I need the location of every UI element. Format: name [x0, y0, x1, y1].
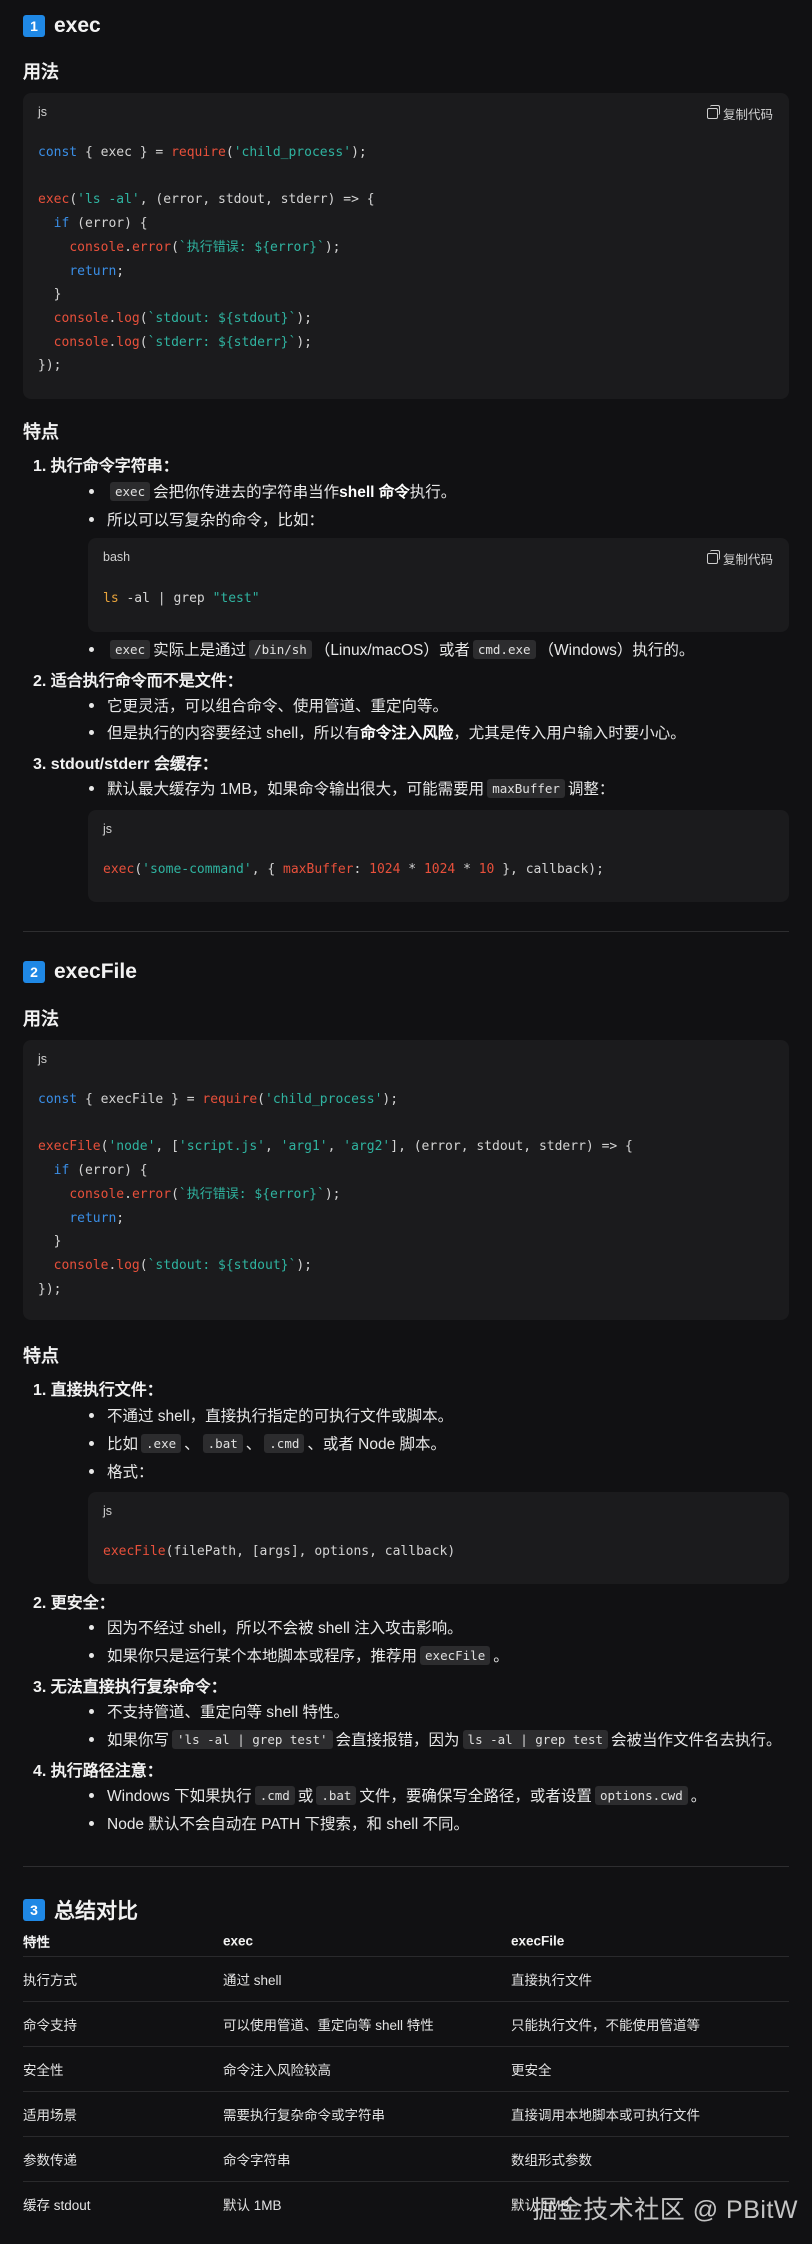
divider — [23, 1866, 789, 1867]
table-header-row: 特性 exec execFile — [23, 1926, 789, 1957]
feature-title: 1. 直接执行文件： — [33, 1382, 163, 1399]
table-cell: 适用场景 — [23, 2108, 77, 2123]
table-cell: 参数传递 — [23, 2153, 77, 2168]
table-cell: 默认 1MB — [223, 2198, 282, 2213]
section-heading-summary: 3 总结对比 — [23, 1895, 138, 1925]
list-item: 如果你写 'ls -al | grep test' 会直接报错，因为 ls -a… — [63, 1728, 782, 1750]
code-content: const { exec } = require('child_process'… — [38, 145, 375, 374]
list-item: Windows 下如果执行 .cmd 或 .bat 文件，要确保写全路径，或者设… — [63, 1784, 706, 1806]
divider — [23, 931, 789, 932]
features-heading: 特点 — [23, 422, 59, 442]
table-cell: 安全性 — [23, 2063, 64, 2078]
section-title: exec — [54, 14, 101, 37]
code-language: js — [38, 1052, 48, 1066]
table-cell: 执行方式 — [23, 1973, 77, 1988]
watermark: 掘金技术社区 @ PBitW — [532, 2196, 798, 2224]
table-cell: 直接调用本地脚本或可执行文件 — [511, 2108, 700, 2123]
code-content: const { execFile } = require('child_proc… — [38, 1092, 633, 1297]
number-badge: 1 — [23, 15, 45, 37]
table-cell: 命令字符串 — [223, 2153, 291, 2168]
feature-title: 4. 执行路径注意： — [33, 1763, 163, 1780]
code-language: js — [103, 822, 113, 836]
feature-title: 2. 适合执行命令而不是文件： — [33, 673, 243, 690]
usage-heading: 用法 — [23, 1009, 59, 1029]
list-item: 但是执行的内容要经过 shell，所以有 命令注入风险 ，尤其是传入用户输入时要小… — [63, 721, 686, 743]
code-language: bash — [103, 550, 131, 564]
table-cell: 需要执行复杂命令或字符串 — [223, 2108, 385, 2123]
table-cell: 直接执行文件 — [511, 1973, 592, 1988]
table-row: 参数传递 命令字符串 数组形式参数 — [23, 2137, 789, 2182]
table-cell: 缓存 stdout — [23, 2198, 91, 2213]
table-row: 适用场景 需要执行复杂命令或字符串 直接调用本地脚本或可执行文件 — [23, 2092, 789, 2137]
table-cell: 命令注入风险较高 — [223, 2063, 331, 2078]
number-badge: 2 — [23, 961, 45, 983]
table-cell: 可以使用管道、重定向等 shell 特性 — [223, 2018, 434, 2033]
section-heading-exec: 1 exec — [23, 14, 101, 38]
list-item: 如果你只是运行某个本地脚本或程序，推荐用 execFile。 — [63, 1644, 509, 1666]
features-heading: 特点 — [23, 1346, 59, 1366]
table-cell: 命令支持 — [23, 2018, 77, 2033]
code-content: exec('some-command', { maxBuffer: 1024 *… — [103, 862, 604, 877]
code-language: js — [38, 105, 48, 119]
copy-code-button[interactable]: 复制代码 — [706, 549, 773, 568]
code-block-bash: bash 复制代码 ls -al | grep "test" — [88, 538, 789, 632]
list-item: 默认最大缓存为 1MB，如果命令输出很大，可能需要用 maxBuffer 调整： — [63, 777, 614, 799]
code-block-execfile: js const { execFile } = require('child_p… — [23, 1040, 789, 1320]
code-block-execfile-signature: js execFile(filePath, [args], options, c… — [88, 1492, 789, 1584]
table-cell: 通过 shell — [223, 1973, 282, 1988]
list-item: 不支持管道、重定向等 shell 特性。 — [63, 1700, 349, 1722]
list-item: exec 会把你传进去的字符串当作 shell 命令 执行。 — [63, 480, 456, 502]
table-row: 安全性 命令注入风险较高 更安全 — [23, 2047, 789, 2092]
section-title: 总结对比 — [54, 1900, 138, 1923]
usage-heading: 用法 — [23, 62, 59, 82]
copy-icon — [706, 105, 720, 119]
table-row: 执行方式 通过 shell 直接执行文件 — [23, 1957, 789, 2002]
code-content: ls -al | grep "test" — [103, 591, 260, 606]
table-header-cell: exec — [223, 1933, 254, 1949]
list-item: 格式： — [63, 1460, 154, 1482]
feature-title: 3. 无法直接执行复杂命令： — [33, 1679, 227, 1696]
feature-title: 3. stdout/stderr 会缓存： — [33, 756, 218, 773]
section-title: execFile — [54, 960, 137, 983]
feature-title: 2. 更安全： — [33, 1595, 115, 1612]
table-row: 命令支持 可以使用管道、重定向等 shell 特性 只能执行文件，不能使用管道等 — [23, 2002, 789, 2047]
code-content: execFile(filePath, [args], options, call… — [103, 1544, 456, 1559]
list-item: 因为不经过 shell，所以不会被 shell 注入攻击影响。 — [63, 1616, 463, 1638]
number-badge: 3 — [23, 1899, 45, 1921]
list-item: Node 默认不会自动在 PATH 下搜索，和 shell 不同。 — [63, 1812, 469, 1834]
table-cell: 只能执行文件，不能使用管道等 — [511, 2018, 700, 2033]
table-cell: 更安全 — [511, 2063, 552, 2078]
table-cell: 数组形式参数 — [511, 2153, 592, 2168]
section-heading-execfile: 2 execFile — [23, 960, 137, 984]
list-item: 它更灵活，可以组合命令、使用管道、重定向等。 — [63, 694, 448, 716]
copy-icon — [706, 550, 720, 564]
code-block-maxbuffer: js exec('some-command', { maxBuffer: 102… — [88, 810, 789, 902]
list-item: exec 实际上是通过 /bin/sh （Linux/macOS）或者 cmd.e… — [63, 638, 694, 660]
code-block-exec: js 复制代码 const { exec } = require('child_… — [23, 93, 789, 399]
copy-code-button[interactable]: 复制代码 — [706, 104, 773, 123]
list-item: 不通过 shell，直接执行指定的可执行文件或脚本。 — [63, 1404, 453, 1426]
table-header-cell: 特性 — [23, 1935, 50, 1950]
list-item: 比如 .exe、 .bat、 .cmd 、或者 Node 脚本。 — [63, 1432, 446, 1454]
feature-title: 1. 执行命令字符串： — [33, 458, 179, 475]
list-item: 所以可以写复杂的命令，比如： — [63, 508, 324, 530]
code-language: js — [103, 1504, 113, 1518]
table-header-cell: execFile — [511, 1933, 565, 1949]
